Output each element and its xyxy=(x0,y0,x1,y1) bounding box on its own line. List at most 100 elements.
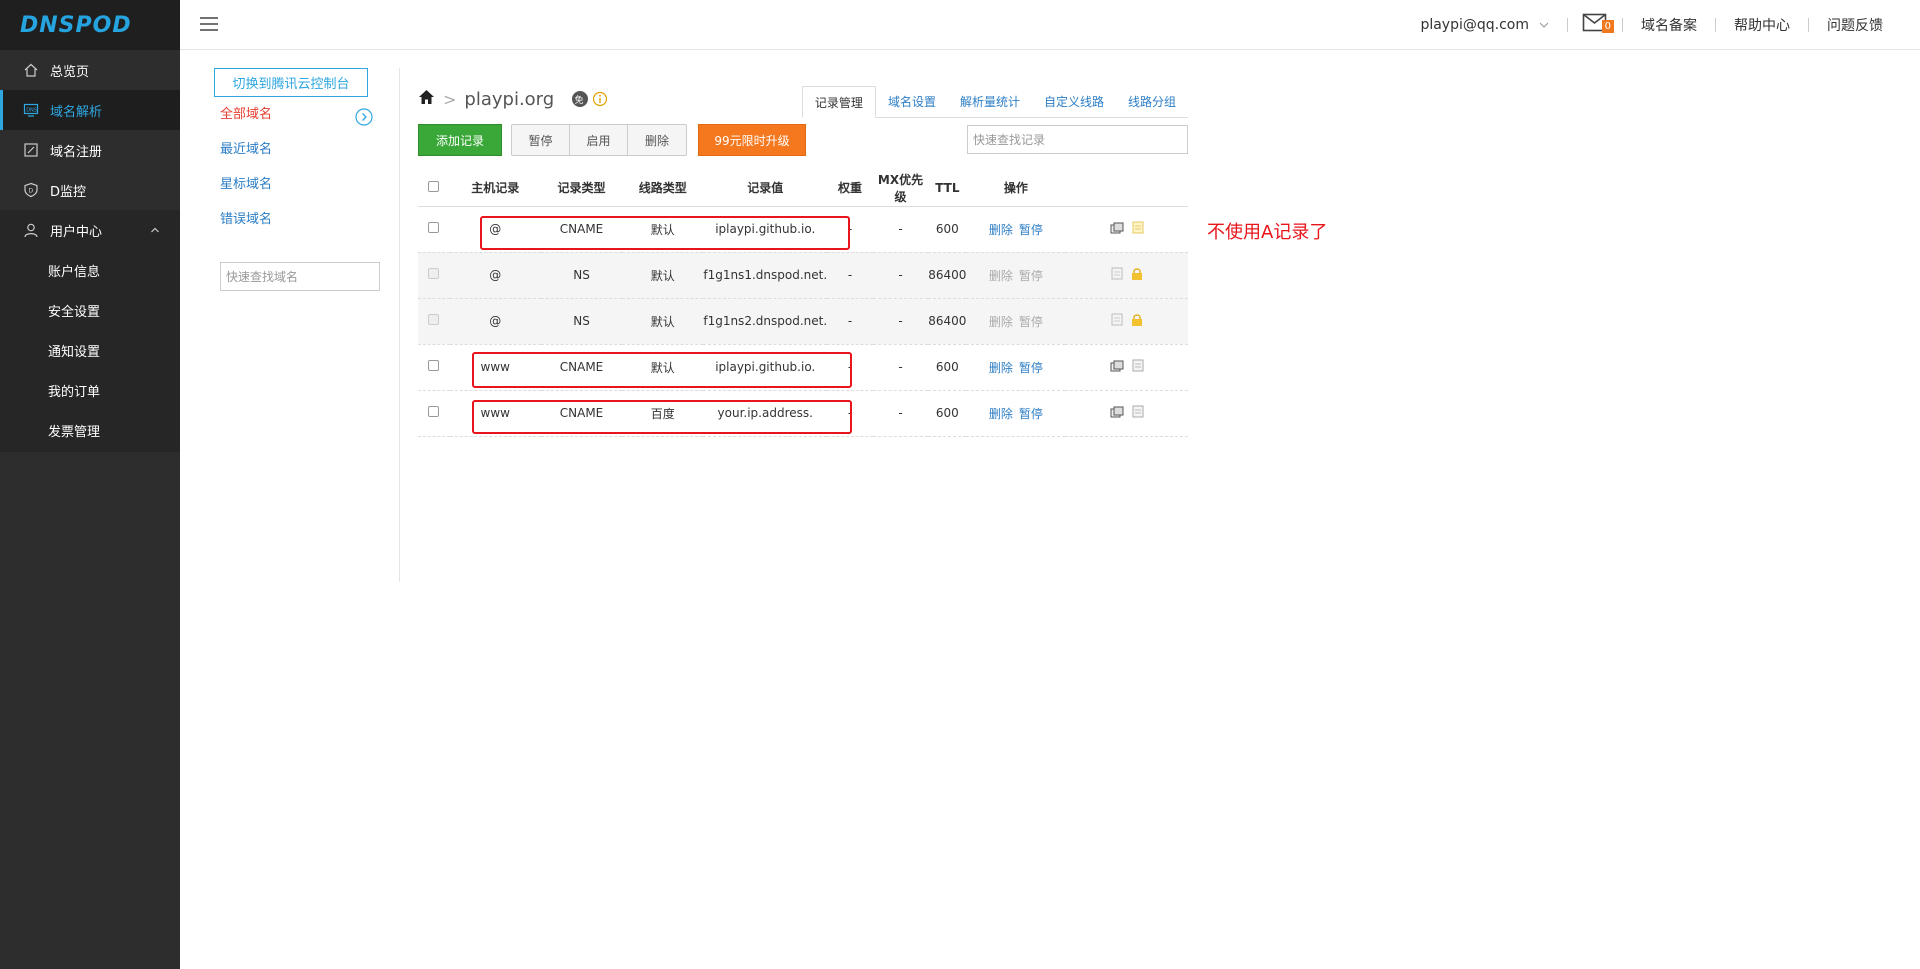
row-checkbox[interactable] xyxy=(428,360,440,371)
pause-link[interactable]: 暂停 xyxy=(1019,407,1043,421)
sidebar-subitem-invoice[interactable]: 发票管理 xyxy=(0,410,180,450)
column-header[interactable]: 线路类型 xyxy=(622,170,704,207)
value-cell[interactable]: your.ip.address. xyxy=(703,390,828,437)
pause-link: 暂停 xyxy=(1018,268,1043,283)
table-row[interactable]: @ NS 默认 f1g1ns1.dnspod.net. - - 86400 删除… xyxy=(418,252,1188,299)
pause-link[interactable]: 暂停 xyxy=(1019,361,1043,375)
upgrade-button[interactable]: 99元限时升级 xyxy=(698,124,806,156)
domain-filter-label: 全部域名 xyxy=(220,107,273,122)
line-cell: 默认 xyxy=(622,252,704,299)
records-table: 主机记录 记录类型 线路类型 记录值 权重 MX优先级 TTL 操作 @ CNA… xyxy=(418,170,1188,437)
delete-button[interactable]: 删除 xyxy=(628,125,686,155)
domain-filter-all[interactable]: 全部域名 xyxy=(220,97,399,132)
domain-filter-recent[interactable]: 最近域名 xyxy=(220,132,399,167)
sidebar-item-registration[interactable]: 域名注册 xyxy=(0,130,180,170)
note-icon[interactable] xyxy=(1132,359,1144,375)
add-record-button[interactable]: 添加记录 xyxy=(418,124,502,156)
sidebar-subitem-orders[interactable]: 我的订单 xyxy=(0,370,180,410)
monitor-icon: DNS xyxy=(22,101,40,119)
host-cell[interactable]: www xyxy=(449,344,541,391)
line-cell[interactable]: 百度 xyxy=(622,390,704,437)
host-cell[interactable]: www xyxy=(449,390,541,437)
row-checkbox[interactable] xyxy=(428,406,440,417)
user-menu[interactable]: playpi@qq.com xyxy=(1402,17,1567,33)
domain-filter-error[interactable]: 错误域名 xyxy=(220,202,399,237)
sidebar-item-user-center[interactable]: 用户中心 xyxy=(0,210,180,250)
type-cell[interactable]: CNAME xyxy=(540,206,623,253)
line-cell[interactable]: 默认 xyxy=(622,206,704,253)
row-checkbox xyxy=(428,314,440,325)
domain-filter-starred[interactable]: 星标域名 xyxy=(220,167,399,202)
sidebar-item-monitor[interactable]: D D监控 xyxy=(0,170,180,210)
host-cell[interactable]: @ xyxy=(449,206,541,253)
sidebar-subitem-notify[interactable]: 通知设置 xyxy=(0,330,180,370)
logo[interactable]: DNSPOD xyxy=(0,0,180,50)
tab-query-stats[interactable]: 解析量统计 xyxy=(948,86,1032,118)
record-search-input[interactable]: 快速查找记录 xyxy=(967,125,1188,154)
home-icon[interactable] xyxy=(418,89,435,110)
tab-custom-lines[interactable]: 自定义线路 xyxy=(1032,86,1116,118)
weight-cell: - xyxy=(827,206,873,253)
ops-cell: 删除 暂停 xyxy=(966,344,1066,391)
menu-icon[interactable] xyxy=(199,16,219,36)
column-header[interactable]: 主机记录 xyxy=(449,170,541,207)
note-icon[interactable] xyxy=(1132,405,1144,421)
link-help[interactable]: 帮助中心 xyxy=(1716,15,1808,35)
value-cell[interactable]: iplaypi.github.io. xyxy=(703,344,828,391)
tab-record-management[interactable]: 记录管理 xyxy=(801,86,876,118)
column-header-blank xyxy=(1065,170,1188,207)
note-icon xyxy=(1111,313,1123,329)
remark-icon[interactable] xyxy=(1110,222,1124,237)
table-row[interactable]: www CNAME 百度 your.ip.address. - - 600 删除… xyxy=(418,390,1188,437)
pause-link[interactable]: 暂停 xyxy=(1019,223,1043,237)
sidebar-item-label: D监控 xyxy=(50,184,87,200)
tab-line-groups[interactable]: 线路分组 xyxy=(1116,86,1188,118)
weight-cell: - xyxy=(827,252,873,299)
top-bar: playpi@qq.com 0 域名备案 帮助中心 问题反馈 xyxy=(180,0,1920,50)
remark-icon[interactable] xyxy=(1110,360,1124,375)
delete-link[interactable]: 删除 xyxy=(989,361,1013,375)
table-row[interactable]: www CNAME 默认 iplaypi.github.io. - - 600 … xyxy=(418,344,1188,391)
ttl-cell[interactable]: 600 xyxy=(928,344,967,391)
column-header[interactable]: 记录值 xyxy=(703,170,828,207)
ops-cell: 删除 暂停 xyxy=(966,390,1066,437)
sidebar: DNSPOD 总览页 DNS 域名解析 域名注册 D D监控 用户中心 账户信息… xyxy=(0,0,180,969)
link-feedback[interactable]: 问题反馈 xyxy=(1809,15,1920,35)
value-cell[interactable]: iplaypi.github.io. xyxy=(703,206,828,253)
column-header[interactable]: 记录类型 xyxy=(540,170,623,207)
type-cell[interactable]: CNAME xyxy=(540,344,623,391)
enable-button[interactable]: 启用 xyxy=(570,125,628,155)
delete-link[interactable]: 删除 xyxy=(989,223,1013,237)
pause-button[interactable]: 暂停 xyxy=(512,125,570,155)
column-header[interactable]: TTL xyxy=(928,170,967,207)
sidebar-item-overview[interactable]: 总览页 xyxy=(0,50,180,90)
delete-link[interactable]: 删除 xyxy=(989,407,1013,421)
link-icp[interactable]: 域名备案 xyxy=(1623,15,1715,35)
sidebar-subitem-security[interactable]: 安全设置 xyxy=(0,290,180,330)
info-icon[interactable] xyxy=(592,91,608,107)
note-icon[interactable] xyxy=(1132,221,1144,237)
sidebar-subitem-account[interactable]: 账户信息 xyxy=(0,250,180,290)
line-cell[interactable]: 默认 xyxy=(622,344,704,391)
mx-cell: - xyxy=(872,344,929,391)
sidebar-item-dns[interactable]: DNS 域名解析 xyxy=(0,90,180,130)
sidebar-item-label: 域名注册 xyxy=(50,144,103,160)
domain-search-input[interactable]: 快速查找域名 xyxy=(220,262,380,291)
mail-button[interactable]: 0 xyxy=(1568,12,1622,38)
chevron-up-icon xyxy=(150,224,160,239)
row-checkbox[interactable] xyxy=(428,222,440,233)
table-row[interactable]: @ NS 默认 f1g1ns2.dnspod.net. - - 86400 删除… xyxy=(418,298,1188,345)
table-header: 主机记录 记录类型 线路类型 记录值 权重 MX优先级 TTL 操作 xyxy=(418,170,1188,207)
type-cell[interactable]: CNAME xyxy=(540,390,623,437)
tab-domain-settings[interactable]: 域名设置 xyxy=(876,86,948,118)
select-all-checkbox[interactable] xyxy=(428,180,440,192)
pause-link: 暂停 xyxy=(1018,314,1043,329)
remark-icon[interactable] xyxy=(1110,406,1124,421)
weight-cell: - xyxy=(827,344,873,391)
table-row[interactable]: @ CNAME 默认 iplaypi.github.io. - - 600 删除… xyxy=(418,206,1188,253)
records-main: > playpi.org 免 记录管理 域名设置 解析量统计 自定义线路 线路分… xyxy=(418,84,1188,437)
user-email: playpi@qq.com xyxy=(1420,17,1529,33)
ttl-cell[interactable]: 600 xyxy=(928,390,967,437)
switch-console-button[interactable]: 切换到腾讯云控制台 xyxy=(214,68,368,97)
ttl-cell[interactable]: 600 xyxy=(928,206,967,253)
